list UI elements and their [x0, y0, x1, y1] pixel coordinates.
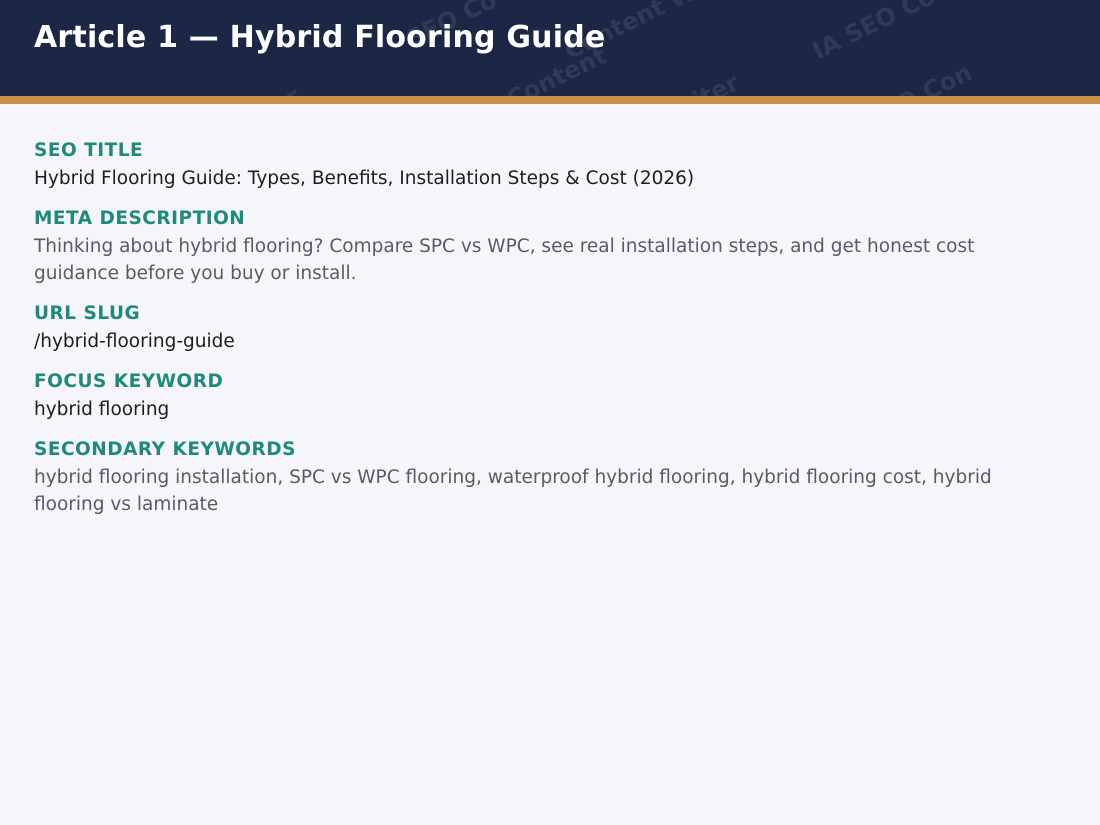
- seo-title-value: Hybrid Flooring Guide: Types, Benefits, …: [34, 168, 695, 189]
- seo-title-field: SEO TITLE Hybrid Flooring Guide: Types, …: [34, 138, 1064, 192]
- meta-description-value: Thinking about hybrid flooring? Compare …: [34, 236, 975, 284]
- focus-keyword-field: FOCUS KEYWORD hybrid flooring: [34, 369, 1064, 423]
- header-banner: SEO Co Content Writer IA SEO Co riter SE…: [0, 0, 1100, 96]
- focus-keyword-value: hybrid flooring: [34, 399, 170, 420]
- secondary-keywords-label: SECONDARY KEYWORDS: [34, 439, 296, 460]
- secondary-keywords-value: hybrid flooring installation, SPC vs WPC…: [34, 467, 992, 515]
- meta-description-label: META DESCRIPTION: [34, 208, 246, 229]
- page-title: Article 1 — Hybrid Flooring Guide: [34, 20, 606, 55]
- url-slug-label: URL SLUG: [34, 303, 141, 324]
- watermark-text: Writer: [654, 68, 743, 96]
- url-slug-value: /hybrid-flooring-guide: [34, 331, 235, 352]
- url-slug-field: URL SLUG /hybrid-flooring-guide: [34, 301, 1064, 355]
- secondary-keywords-field: SECONDARY KEYWORDS hybrid flooring insta…: [34, 437, 1064, 518]
- watermark-text: SEO Con: [862, 58, 977, 96]
- watermark-text: IA SEO Co: [808, 0, 940, 66]
- meta-description-field: META DESCRIPTION Thinking about hybrid f…: [34, 206, 1064, 287]
- focus-keyword-label: FOCUS KEYWORD: [34, 371, 224, 392]
- header-accent-bar: [0, 96, 1100, 104]
- watermark-text: riter: [238, 82, 304, 96]
- seo-metadata-panel: SEO TITLE Hybrid Flooring Guide: Types, …: [34, 138, 1064, 532]
- seo-title-label: SEO TITLE: [34, 140, 144, 161]
